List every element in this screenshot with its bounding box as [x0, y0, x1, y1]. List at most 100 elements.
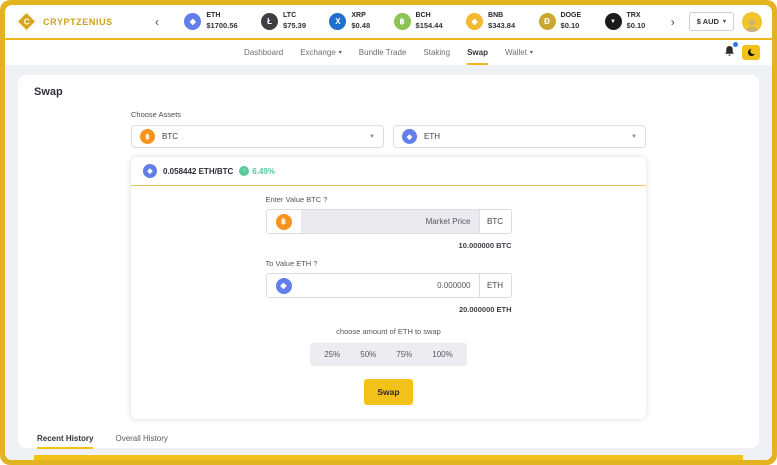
person-icon [744, 17, 760, 32]
notification-badge [732, 41, 739, 48]
coin-symbol: XRP [351, 12, 370, 21]
tab-overall-history[interactable]: Overall History [115, 430, 167, 449]
ticker-coin-ltc: Ł LTC $75.39 [261, 12, 306, 30]
coin-price: $0.48 [351, 21, 370, 30]
page: C CRYPTZENIUS ‹ ◆ ETH $1700.56 Ł LTC $75… [5, 5, 772, 460]
from-input-label: Enter Value BTC ? [266, 195, 512, 204]
rate-header: ◆ 0.058442 ETH/BTC ↑ 6.49% [131, 157, 646, 186]
col-amount: Amount [481, 455, 616, 460]
to-input-unit: ETH [479, 274, 511, 297]
from-asset-select[interactable]: ฿ BTC ▼ [131, 125, 384, 148]
coin-price: $1700.56 [206, 21, 237, 30]
nav-item-staking[interactable]: Staking [423, 40, 450, 65]
choose-assets-label: Choose Assets [131, 110, 646, 119]
coin-price: $343.84 [488, 21, 515, 30]
brand-logo: C CRYPTZENIUS [19, 14, 141, 29]
from-input-unit: BTC [479, 210, 511, 233]
doge-icon: Đ [539, 13, 556, 30]
coin-symbol: LTC [283, 12, 306, 21]
chevron-down-icon: ▾ [530, 49, 533, 56]
history-table: S.No Date & Time Pair Price Amount Statu… [34, 455, 743, 460]
xrp-icon: X [329, 13, 346, 30]
percent-100-button[interactable]: 100% [422, 347, 462, 362]
trx-icon: ▼ [605, 13, 622, 30]
ticker-coin-doge: Đ DOGE $0.10 [539, 12, 582, 30]
percent-25-button[interactable]: 25% [314, 347, 350, 362]
nav-item-swap[interactable]: Swap [467, 40, 488, 65]
eth-icon: ◆ [184, 13, 201, 30]
coin-symbol: BCH [416, 12, 443, 21]
coin-symbol: TRX [627, 12, 646, 21]
eth-icon: ◆ [402, 129, 417, 144]
nav-item-bundle-trade[interactable]: Bundle Trade [359, 40, 407, 65]
from-input-coin: ฿ [267, 210, 301, 233]
coin-price: $0.10 [561, 21, 582, 30]
ticker-next-icon[interactable]: › [669, 16, 677, 28]
nav-item-exchange[interactable]: Exchange▾ [300, 40, 342, 65]
to-asset-select[interactable]: ◆ ETH ▼ [393, 125, 646, 148]
choose-assets-section: Choose Assets ฿ BTC ▼ ◆ ETH ▼ [131, 110, 646, 148]
from-balance: 10.000000 BTC [266, 241, 512, 250]
swap-button[interactable]: Swap [364, 379, 412, 405]
ticker-coin-bch: ฿ BCH $154.44 [394, 12, 443, 30]
tab-recent-history[interactable]: Recent History [37, 430, 93, 449]
coin-symbol: BNB [488, 12, 515, 21]
to-asset-symbol: ETH [424, 132, 440, 141]
percent-button-group: 25% 50% 75% 100% [310, 343, 467, 366]
nav-item-dashboard[interactable]: Dashboard [244, 40, 283, 65]
history-tabs: Recent History Overall History [34, 430, 743, 449]
coin-symbol: ETH [206, 12, 237, 21]
currency-selector[interactable]: $ AUD ▾ [689, 12, 734, 31]
arrow-up-icon: ↑ [239, 166, 249, 176]
coin-price: $154.44 [416, 21, 443, 30]
currency-label: $ AUD [697, 17, 719, 26]
percent-50-button[interactable]: 50% [350, 347, 386, 362]
page-title: Swap [34, 86, 743, 98]
main-nav: Dashboard Exchange▾ Bundle Trade Staking… [5, 40, 772, 65]
from-input-group: ฿ BTC [266, 209, 512, 234]
ticker-coin-eth: ◆ ETH $1700.56 [184, 12, 237, 30]
nav-links: Dashboard Exchange▾ Bundle Trade Staking… [244, 40, 533, 65]
app-frame: C CRYPTZENIUS ‹ ◆ ETH $1700.56 Ł LTC $75… [0, 0, 777, 465]
bnb-icon: ◆ [466, 13, 483, 30]
col-date-time: Date & Time [119, 455, 310, 460]
content-area: Swap Choose Assets ฿ BTC ▼ ◆ ETH ▼ [5, 65, 772, 460]
pair-rate: 0.058442 ETH/BTC [163, 167, 233, 176]
nav-item-wallet[interactable]: Wallet▾ [505, 40, 533, 65]
ticker-prev-icon[interactable]: ‹ [153, 16, 161, 28]
bch-icon: ฿ [394, 13, 411, 30]
to-input-coin: ◆ [267, 274, 301, 297]
moon-icon [746, 47, 757, 58]
btc-icon: ฿ [140, 129, 155, 144]
ticker-coin-xrp: X XRP $0.48 [329, 12, 370, 30]
amount-chooser-label: choose amount of ETH to swap [266, 327, 512, 336]
user-avatar[interactable] [742, 12, 762, 32]
btc-icon: ฿ [276, 214, 292, 230]
eth-icon: ◆ [143, 164, 157, 178]
dark-mode-toggle[interactable] [742, 45, 760, 60]
chevron-down-icon: ▼ [369, 134, 375, 140]
nav-right-controls [724, 40, 760, 65]
coin-symbol: DOGE [561, 12, 582, 21]
chevron-down-icon: ▾ [723, 18, 726, 25]
col-sno: S.No [34, 455, 119, 460]
table-header-row: S.No Date & Time Pair Price Amount Statu… [34, 455, 743, 460]
rate-change: ↑ 6.49% [239, 166, 275, 176]
swap-panel: Swap Choose Assets ฿ BTC ▼ ◆ ETH ▼ [18, 75, 759, 448]
chevron-down-icon: ▼ [631, 134, 637, 140]
topbar: C CRYPTZENIUS ‹ ◆ ETH $1700.56 Ł LTC $75… [5, 5, 772, 40]
chevron-down-icon: ▾ [339, 49, 342, 56]
swap-card: ◆ 0.058442 ETH/BTC ↑ 6.49% Enter Value B… [131, 157, 646, 419]
price-ticker: ‹ ◆ ETH $1700.56 Ł LTC $75.39 X XRP [149, 12, 681, 30]
brand-name: CRYPTZENIUS [43, 17, 113, 27]
coin-price: $0.10 [627, 21, 646, 30]
to-input-group: ◆ ETH [266, 273, 512, 298]
to-input-label: To Value ETH ? [266, 259, 512, 268]
to-value-input[interactable] [301, 274, 479, 297]
from-value-input[interactable] [301, 210, 479, 233]
notifications-button[interactable] [724, 44, 735, 62]
col-status: Status [615, 455, 743, 460]
percent-75-button[interactable]: 75% [386, 347, 422, 362]
swap-form: Enter Value BTC ? ฿ BTC 10.000000 BTC To… [266, 195, 512, 405]
col-pair: Pair [311, 455, 389, 460]
